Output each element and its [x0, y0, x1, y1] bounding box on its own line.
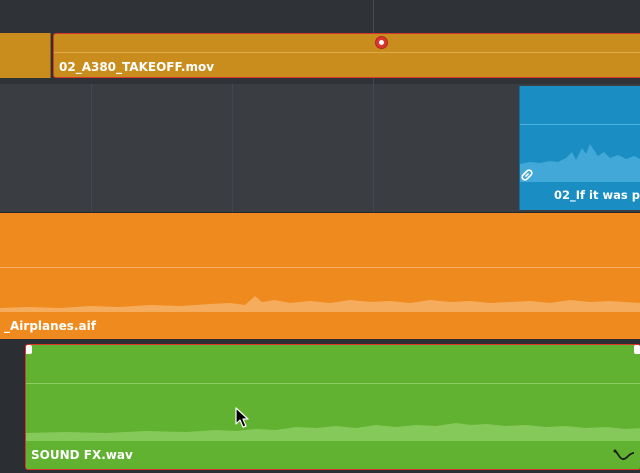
- gridline: [232, 84, 233, 212]
- gridline: [91, 84, 92, 212]
- audio-clip-label-orange: _Airplanes.aif: [4, 319, 96, 333]
- audio-waveform: [26, 423, 640, 441]
- link-icon: [521, 169, 533, 181]
- fade-curve-icon[interactable]: [613, 447, 635, 463]
- trim-handle-left[interactable]: [26, 345, 32, 354]
- gridline: [373, 84, 374, 212]
- timeline-viewport: 02_A380_TAKEOFF.mov 02_If it was po _Air…: [0, 0, 640, 473]
- mouse-cursor-icon: [235, 407, 249, 428]
- video-track: 02_A380_TAKEOFF.mov: [0, 0, 640, 84]
- marker-icon[interactable]: [376, 37, 387, 48]
- audio-waveform: [520, 144, 640, 182]
- audio-clip-orange[interactable]: _Airplanes.aif: [0, 213, 640, 339]
- audio-clip-label-green: SOUND FX.wav: [31, 448, 133, 462]
- video-clip-previous[interactable]: [0, 33, 51, 78]
- video-clip-label: 02_A380_TAKEOFF.mov: [59, 60, 215, 74]
- audio-clip-blue[interactable]: 02_If it was po: [519, 86, 640, 210]
- clip-divider: [26, 383, 640, 384]
- audio-waveform: [0, 296, 640, 312]
- audio-clip-sound-fx[interactable]: SOUND FX.wav: [25, 344, 640, 470]
- video-clip-a380-takeoff[interactable]: 02_A380_TAKEOFF.mov: [53, 33, 640, 78]
- clip-divider: [54, 52, 640, 53]
- trim-handle-right[interactable]: [634, 345, 640, 354]
- clip-divider: [0, 267, 640, 268]
- audio-clip-label-blue: 02_If it was po: [554, 188, 640, 202]
